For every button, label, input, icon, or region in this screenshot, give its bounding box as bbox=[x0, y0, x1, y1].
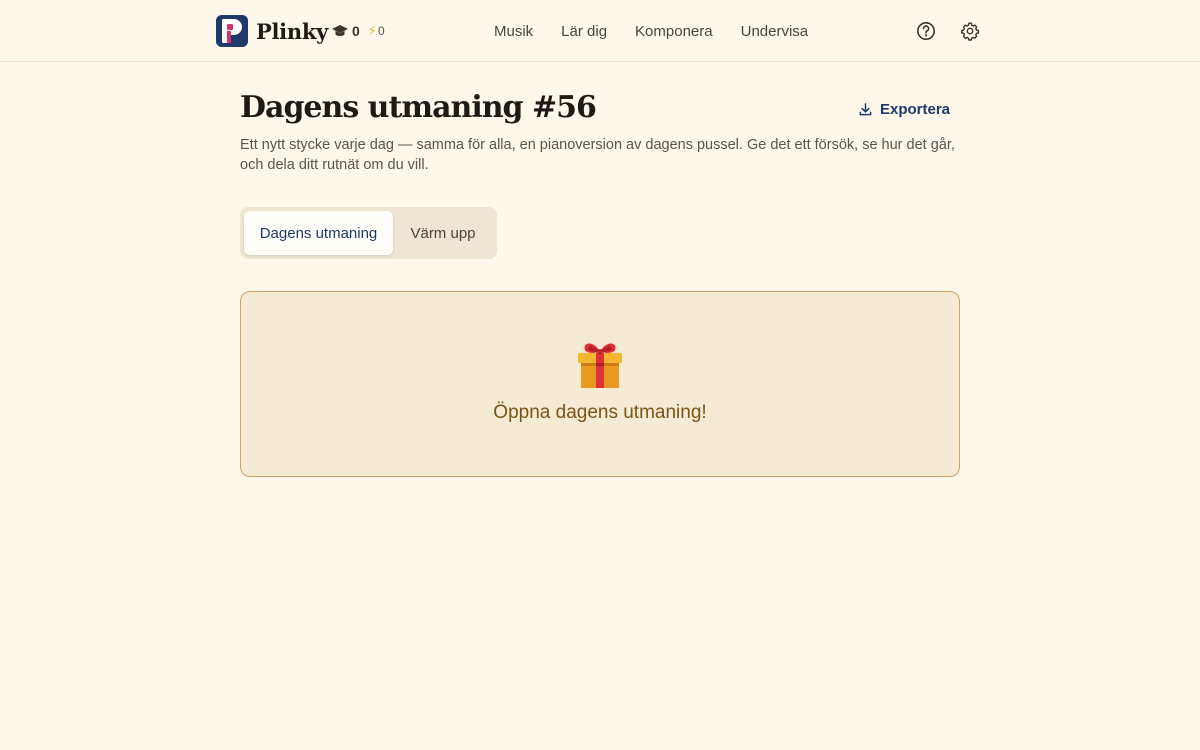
settings-button[interactable] bbox=[959, 20, 981, 42]
streak-stat: ⚡ 0 bbox=[368, 23, 385, 39]
tab-dagens-utmaning[interactable]: Dagens utmaning bbox=[244, 211, 393, 255]
graduation-stat: 0 bbox=[332, 23, 360, 39]
gift-icon bbox=[578, 343, 622, 388]
help-button[interactable] bbox=[915, 20, 937, 42]
export-button[interactable]: Exportera bbox=[858, 98, 950, 120]
graduation-count: 0 bbox=[352, 23, 360, 39]
tab-varm-upp[interactable]: Värm upp bbox=[393, 211, 493, 255]
main-nav: Musik Lär dig Komponera Undervisa bbox=[494, 20, 808, 42]
lightning-bolt-icon: ⚡ bbox=[367, 23, 377, 38]
nav-item-lar-dig[interactable]: Lär dig bbox=[561, 23, 607, 40]
nav-item-musik[interactable]: Musik bbox=[494, 23, 533, 40]
graduation-cap-icon bbox=[332, 25, 348, 36]
top-bar: Plinky 0 ⚡ 0 Musik Lär dig Komponera Und… bbox=[0, 0, 1200, 62]
open-challenge-card[interactable]: Öppna dagens utmaning! bbox=[240, 291, 960, 477]
help-circle-icon bbox=[917, 22, 935, 40]
gear-icon bbox=[961, 22, 980, 41]
challenge-tabs: Dagens utmaning Värm upp bbox=[240, 207, 497, 259]
streak-count: 0 bbox=[377, 24, 385, 38]
nav-item-undervisa[interactable]: Undervisa bbox=[741, 23, 809, 40]
brand[interactable]: Plinky bbox=[216, 15, 328, 47]
brand-name: Plinky bbox=[256, 18, 328, 44]
nav-item-komponera[interactable]: Komponera bbox=[635, 23, 713, 40]
user-stats: 0 ⚡ 0 bbox=[332, 20, 385, 42]
download-icon bbox=[859, 102, 872, 115]
export-label: Exportera bbox=[880, 100, 951, 118]
page-title: Dagens utmaning #56 bbox=[240, 90, 597, 125]
page-subtitle: Ett nytt stycke varje dag — samma för al… bbox=[240, 137, 955, 173]
open-challenge-label: Öppna dagens utmaning! bbox=[493, 402, 707, 423]
plinky-logo-icon bbox=[216, 15, 248, 47]
